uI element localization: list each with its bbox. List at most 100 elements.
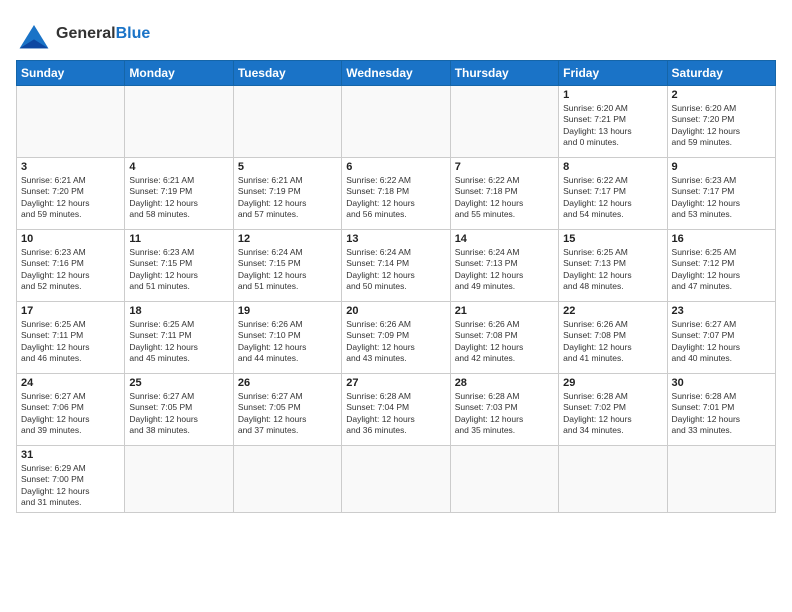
calendar-cell: 16Sunrise: 6:25 AM Sunset: 7:12 PM Dayli… xyxy=(667,230,775,302)
calendar-cell xyxy=(342,86,450,158)
day-info: Sunrise: 6:22 AM Sunset: 7:18 PM Dayligh… xyxy=(455,175,554,221)
day-info: Sunrise: 6:23 AM Sunset: 7:15 PM Dayligh… xyxy=(129,247,228,293)
day-number: 14 xyxy=(455,233,554,245)
generalblue-icon xyxy=(16,16,52,52)
calendar-cell: 6 Sunrise: 6:22 AM Sunset: 7:18 PM Daylig… xyxy=(342,158,450,230)
calendar-cell: 24 Sunrise: 6:27 AM Sunset: 7:06 PM Dayli… xyxy=(17,374,125,446)
day-number: 28 xyxy=(455,377,554,389)
calendar-cell xyxy=(233,86,341,158)
logo: GeneralBlue xyxy=(16,16,150,52)
calendar-cell: 31 Sunrise: 6:29 AM Sunset: 7:00 PM Dayli… xyxy=(17,446,125,513)
day-info: Sunrise: 6:28 AM Sunset: 7:01 PM Dayligh… xyxy=(672,391,771,437)
day-number: 24 xyxy=(21,377,120,389)
day-number: 7 xyxy=(455,161,554,173)
day-number: 10 xyxy=(21,233,120,245)
day-number: 15 xyxy=(563,233,662,245)
calendar-cell: 3 Sunrise: 6:21 AM Sunset: 7:20 PM Daylig… xyxy=(17,158,125,230)
calendar-cell: 15 Sunrise: 6:25 AM Sunset: 7:13 PM Dayli… xyxy=(559,230,667,302)
calendar-cell: 27Sunrise: 6:28 AM Sunset: 7:04 PM Dayli… xyxy=(342,374,450,446)
calendar-cell: 4 Sunrise: 6:21 AM Sunset: 7:19 PM Daylig… xyxy=(125,158,233,230)
calendar-cell: 12Sunrise: 6:24 AM Sunset: 7:15 PM Dayli… xyxy=(233,230,341,302)
day-number: 1 xyxy=(563,89,662,101)
day-number: 4 xyxy=(129,161,228,173)
day-info: Sunrise: 6:21 AM Sunset: 7:19 PM Dayligh… xyxy=(238,175,337,221)
calendar-cell: 13Sunrise: 6:24 AM Sunset: 7:14 PM Dayli… xyxy=(342,230,450,302)
calendar-cell xyxy=(233,446,341,513)
day-info: Sunrise: 6:27 AM Sunset: 7:05 PM Dayligh… xyxy=(129,391,228,437)
calendar-cell: 18Sunrise: 6:25 AM Sunset: 7:11 PM Dayli… xyxy=(125,302,233,374)
day-info: Sunrise: 6:27 AM Sunset: 7:05 PM Dayligh… xyxy=(238,391,337,437)
calendar-cell: 1 Sunrise: 6:20 AM Sunset: 7:21 PM Daylig… xyxy=(559,86,667,158)
day-number: 29 xyxy=(563,377,662,389)
day-info: Sunrise: 6:24 AM Sunset: 7:14 PM Dayligh… xyxy=(346,247,445,293)
day-number: 11 xyxy=(129,233,228,245)
day-number: 23 xyxy=(672,305,771,317)
calendar-cell: 22 Sunrise: 6:26 AM Sunset: 7:08 PM Dayli… xyxy=(559,302,667,374)
calendar-table: SundayMondayTuesdayWednesdayThursdayFrid… xyxy=(16,60,776,513)
day-info: Sunrise: 6:21 AM Sunset: 7:19 PM Dayligh… xyxy=(129,175,228,221)
day-info: Sunrise: 6:20 AM Sunset: 7:21 PM Dayligh… xyxy=(563,103,662,149)
day-number: 26 xyxy=(238,377,337,389)
day-info: Sunrise: 6:28 AM Sunset: 7:04 PM Dayligh… xyxy=(346,391,445,437)
calendar-cell xyxy=(17,86,125,158)
calendar-cell: 21Sunrise: 6:26 AM Sunset: 7:08 PM Dayli… xyxy=(450,302,558,374)
day-info: Sunrise: 6:26 AM Sunset: 7:08 PM Dayligh… xyxy=(563,319,662,365)
day-info: Sunrise: 6:26 AM Sunset: 7:10 PM Dayligh… xyxy=(238,319,337,365)
day-info: Sunrise: 6:25 AM Sunset: 7:12 PM Dayligh… xyxy=(672,247,771,293)
day-number: 22 xyxy=(563,305,662,317)
weekday-header-saturday: Saturday xyxy=(667,61,775,86)
day-info: Sunrise: 6:26 AM Sunset: 7:08 PM Dayligh… xyxy=(455,319,554,365)
day-number: 8 xyxy=(563,161,662,173)
weekday-header-sunday: Sunday xyxy=(17,61,125,86)
week-row-5: 24 Sunrise: 6:27 AM Sunset: 7:06 PM Dayli… xyxy=(17,374,776,446)
logo-general: General xyxy=(56,25,116,42)
day-number: 20 xyxy=(346,305,445,317)
calendar-cell xyxy=(125,446,233,513)
day-number: 9 xyxy=(672,161,771,173)
calendar-cell: 9 Sunrise: 6:23 AM Sunset: 7:17 PM Daylig… xyxy=(667,158,775,230)
header-area: GeneralBlue xyxy=(16,16,776,52)
calendar-cell: 7 Sunrise: 6:22 AM Sunset: 7:18 PM Daylig… xyxy=(450,158,558,230)
calendar-cell: 8 Sunrise: 6:22 AM Sunset: 7:17 PM Daylig… xyxy=(559,158,667,230)
calendar-cell xyxy=(559,446,667,513)
day-info: Sunrise: 6:28 AM Sunset: 7:03 PM Dayligh… xyxy=(455,391,554,437)
day-number: 5 xyxy=(238,161,337,173)
day-info: Sunrise: 6:22 AM Sunset: 7:18 PM Dayligh… xyxy=(346,175,445,221)
calendar-cell: 23 Sunrise: 6:27 AM Sunset: 7:07 PM Dayli… xyxy=(667,302,775,374)
week-row-6: 31 Sunrise: 6:29 AM Sunset: 7:00 PM Dayli… xyxy=(17,446,776,513)
calendar-cell: 14 Sunrise: 6:24 AM Sunset: 7:13 PM Dayli… xyxy=(450,230,558,302)
day-info: Sunrise: 6:28 AM Sunset: 7:02 PM Dayligh… xyxy=(563,391,662,437)
calendar-cell: 25Sunrise: 6:27 AM Sunset: 7:05 PM Dayli… xyxy=(125,374,233,446)
day-info: Sunrise: 6:27 AM Sunset: 7:07 PM Dayligh… xyxy=(672,319,771,365)
day-number: 3 xyxy=(21,161,120,173)
day-info: Sunrise: 6:22 AM Sunset: 7:17 PM Dayligh… xyxy=(563,175,662,221)
day-number: 31 xyxy=(21,449,120,461)
day-info: Sunrise: 6:27 AM Sunset: 7:06 PM Dayligh… xyxy=(21,391,120,437)
day-info: Sunrise: 6:21 AM Sunset: 7:20 PM Dayligh… xyxy=(21,175,120,221)
day-number: 6 xyxy=(346,161,445,173)
day-info: Sunrise: 6:20 AM Sunset: 7:20 PM Dayligh… xyxy=(672,103,771,149)
week-row-4: 17Sunrise: 6:25 AM Sunset: 7:11 PM Dayli… xyxy=(17,302,776,374)
day-info: Sunrise: 6:24 AM Sunset: 7:15 PM Dayligh… xyxy=(238,247,337,293)
day-info: Sunrise: 6:25 AM Sunset: 7:13 PM Dayligh… xyxy=(563,247,662,293)
calendar-cell: 28 Sunrise: 6:28 AM Sunset: 7:03 PM Dayli… xyxy=(450,374,558,446)
page: GeneralBlue SundayMondayTuesdayWednesday… xyxy=(0,0,792,612)
calendar-cell xyxy=(450,86,558,158)
day-info: Sunrise: 6:23 AM Sunset: 7:17 PM Dayligh… xyxy=(672,175,771,221)
day-number: 18 xyxy=(129,305,228,317)
calendar-cell: 11 Sunrise: 6:23 AM Sunset: 7:15 PM Dayli… xyxy=(125,230,233,302)
calendar-cell: 26 Sunrise: 6:27 AM Sunset: 7:05 PM Dayli… xyxy=(233,374,341,446)
calendar-cell xyxy=(125,86,233,158)
day-number: 2 xyxy=(672,89,771,101)
weekday-header-row: SundayMondayTuesdayWednesdayThursdayFrid… xyxy=(17,61,776,86)
calendar-cell: 19Sunrise: 6:26 AM Sunset: 7:10 PM Dayli… xyxy=(233,302,341,374)
day-number: 30 xyxy=(672,377,771,389)
calendar-cell xyxy=(342,446,450,513)
day-info: Sunrise: 6:29 AM Sunset: 7:00 PM Dayligh… xyxy=(21,463,120,509)
weekday-header-thursday: Thursday xyxy=(450,61,558,86)
logo-blue: Blue xyxy=(116,25,151,42)
day-number: 17 xyxy=(21,305,120,317)
calendar-cell: 30 Sunrise: 6:28 AM Sunset: 7:01 PM Dayli… xyxy=(667,374,775,446)
day-info: Sunrise: 6:24 AM Sunset: 7:13 PM Dayligh… xyxy=(455,247,554,293)
calendar-cell: 10Sunrise: 6:23 AM Sunset: 7:16 PM Dayli… xyxy=(17,230,125,302)
